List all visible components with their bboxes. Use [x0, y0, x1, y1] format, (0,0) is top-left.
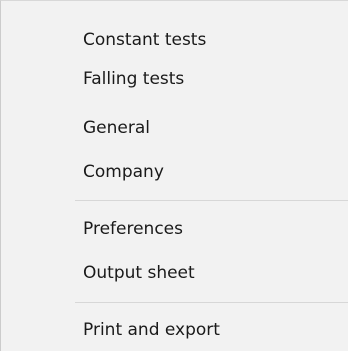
menu-item-print-and-export[interactable]: Print and export: [1, 312, 348, 348]
menu-separator: [75, 200, 348, 201]
menu-separator: [75, 302, 348, 303]
menu-item-company[interactable]: Company: [1, 154, 348, 190]
menu-item-constant-tests[interactable]: Constant tests: [1, 22, 348, 58]
menu-item-preferences[interactable]: Preferences: [1, 211, 348, 247]
menu-item-falling-tests[interactable]: Falling tests: [1, 61, 348, 97]
context-menu: Constant tests Falling tests General Com…: [0, 0, 348, 351]
menu-item-general[interactable]: General: [1, 110, 348, 146]
menu-item-output-sheet[interactable]: Output sheet: [1, 255, 348, 291]
